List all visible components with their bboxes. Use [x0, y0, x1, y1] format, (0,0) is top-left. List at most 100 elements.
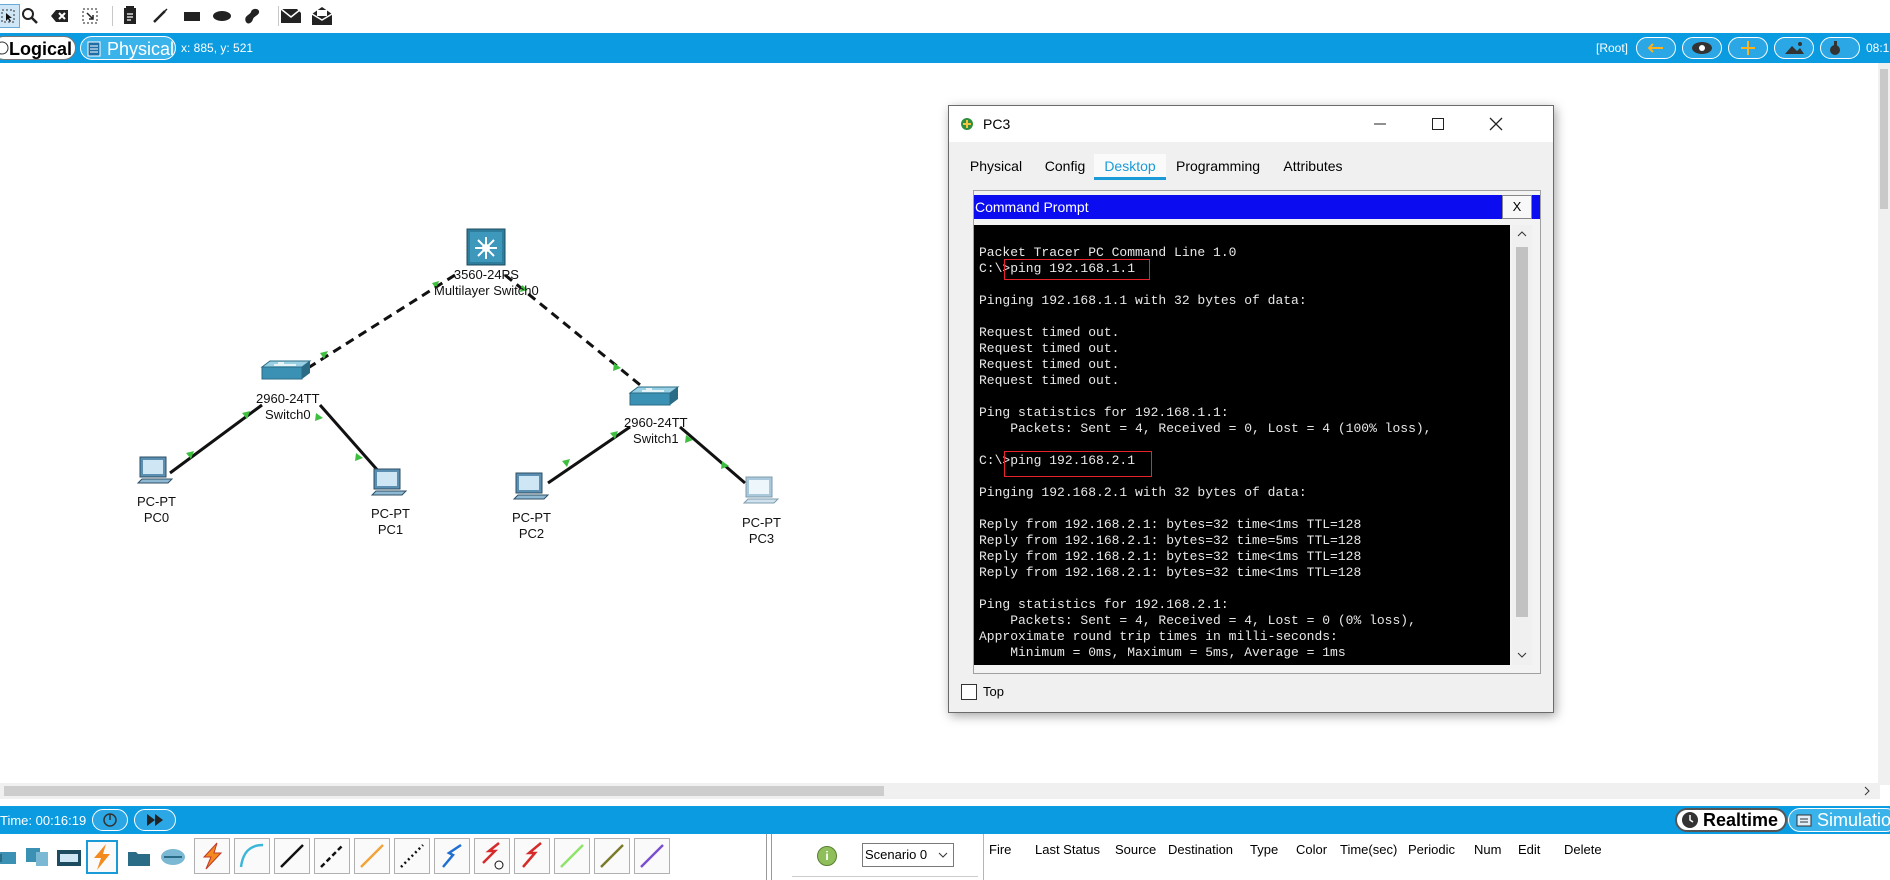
delete-icon[interactable]	[48, 4, 72, 28]
serial-dce-button[interactable]	[474, 838, 510, 874]
copper-cross-over-button[interactable]	[314, 838, 350, 874]
logical-workspace-tab[interactable]: Logical	[0, 36, 76, 60]
scroll-right-icon[interactable]	[1862, 786, 1872, 796]
multilayer-switch-icon[interactable]	[466, 228, 506, 266]
col-last-status[interactable]: Last Status	[1035, 842, 1100, 857]
environment-button[interactable]	[1820, 37, 1860, 59]
command-prompt-titlebar: Command Prompt	[974, 195, 1540, 219]
col-fire[interactable]: Fire	[989, 842, 1011, 857]
console-cable-button[interactable]	[234, 838, 270, 874]
back-arrow-button[interactable]	[1636, 37, 1676, 59]
rectangle-icon[interactable]	[180, 4, 204, 28]
link-switch0-pc1[interactable]	[318, 404, 382, 474]
maximize-button[interactable]	[1409, 106, 1467, 142]
col-edit[interactable]: Edit	[1518, 842, 1540, 857]
col-num[interactable]: Num	[1474, 842, 1501, 857]
complex-pdu-icon[interactable]	[310, 4, 334, 28]
command-prompt-title: Command Prompt	[975, 199, 1089, 215]
switch1-icon[interactable]	[628, 386, 680, 406]
fast-forward-button[interactable]	[134, 809, 176, 831]
top-checkbox[interactable]	[961, 684, 977, 700]
search-icon[interactable]	[18, 4, 42, 28]
close-icon	[1489, 117, 1503, 131]
col-type[interactable]: Type	[1250, 842, 1278, 857]
components-category-icon[interactable]	[54, 842, 84, 872]
info-icon[interactable]: i	[817, 846, 837, 866]
highlight-box	[1004, 451, 1152, 477]
terminal-scrollbar[interactable]	[1512, 225, 1532, 665]
freeform-icon[interactable]	[240, 4, 264, 28]
background-image-button[interactable]	[1774, 37, 1814, 59]
terminal-output[interactable]: Packet Tracer PC Command Line 1.0 C:\>pin…	[974, 225, 1510, 665]
fiber-button[interactable]	[354, 838, 390, 874]
copper-straight-through-button[interactable]	[274, 838, 310, 874]
col-time[interactable]: Time(sec)	[1340, 842, 1397, 857]
scrollbar-thumb[interactable]	[4, 786, 884, 796]
clock-icon	[1682, 812, 1698, 828]
octal-cable-button[interactable]	[554, 838, 590, 874]
cross-over-cable-icon	[320, 844, 344, 868]
scenario-select[interactable]: Scenario 0	[862, 843, 954, 867]
scroll-up-icon[interactable]	[1517, 230, 1527, 238]
col-source[interactable]: Source	[1115, 842, 1156, 857]
time-bar: Time: 00:16:19 Realtime Simulation	[0, 806, 1890, 834]
scroll-down-icon[interactable]	[1517, 651, 1527, 659]
workspace-vertical-scrollbar[interactable]	[1878, 63, 1890, 785]
col-color[interactable]: Color	[1296, 842, 1327, 857]
power-cycle-button[interactable]	[92, 809, 128, 831]
tab-config[interactable]: Config	[1035, 154, 1095, 180]
window-titlebar[interactable]: PC3	[949, 106, 1553, 142]
scenario-value: Scenario 0	[865, 847, 928, 862]
select-icon[interactable]	[0, 4, 20, 28]
pc1-icon[interactable]	[370, 468, 408, 496]
tab-physical[interactable]: Physical	[961, 154, 1031, 180]
pc3-icon[interactable]	[742, 476, 780, 504]
auto-connection-button[interactable]	[194, 838, 230, 874]
col-destination[interactable]: Destination	[1168, 842, 1233, 857]
phone-cable-button[interactable]	[394, 838, 430, 874]
move-object-button[interactable]	[1728, 37, 1768, 59]
pc0-icon[interactable]	[136, 456, 174, 484]
resize-icon[interactable]	[78, 4, 102, 28]
scrollbar-thumb[interactable]	[1516, 247, 1528, 617]
miscellaneous-category-icon[interactable]	[124, 842, 154, 872]
close-button[interactable]	[1467, 106, 1525, 142]
device-model: PC-PT	[742, 515, 781, 530]
end-devices-category-icon[interactable]	[22, 842, 52, 872]
link-switch1-pc3[interactable]	[679, 425, 746, 485]
realtime-mode-button[interactable]: Realtime	[1675, 808, 1787, 832]
coaxial-cable-button[interactable]	[434, 838, 470, 874]
iot-custom-cable-button[interactable]	[594, 838, 630, 874]
link-switch1-pc2[interactable]	[547, 425, 631, 485]
tab-desktop[interactable]: Desktop	[1094, 154, 1166, 180]
simulation-mode-button[interactable]: Simulation	[1788, 808, 1890, 832]
multiuser-category-icon[interactable]	[158, 842, 188, 872]
usb-cable-button[interactable]	[634, 838, 670, 874]
col-periodic[interactable]: Periodic	[1408, 842, 1455, 857]
serial-dte-button[interactable]	[514, 838, 550, 874]
scrollbar-thumb[interactable]	[1880, 69, 1888, 209]
switch0-icon[interactable]	[260, 360, 312, 380]
minimize-button[interactable]	[1351, 106, 1409, 142]
panel-divider[interactable]	[766, 834, 772, 880]
pc2-icon[interactable]	[512, 472, 550, 500]
cluster-button[interactable]	[1682, 37, 1722, 59]
network-devices-category-icon[interactable]	[0, 842, 24, 872]
workspace-horizontal-scrollbar[interactable]	[0, 783, 1880, 799]
fiber-cable-icon	[360, 844, 384, 868]
terminal-line: Minimum = 0ms, Maximum = 5ms, Average = …	[979, 645, 1346, 660]
note-icon[interactable]	[118, 4, 142, 28]
physical-workspace-tab[interactable]: Physical	[80, 36, 176, 60]
link-mls-switch0[interactable]	[299, 273, 456, 375]
connections-category-button[interactable]	[86, 840, 118, 874]
tab-attributes[interactable]: Attributes	[1270, 154, 1356, 180]
col-delete[interactable]: Delete	[1564, 842, 1602, 857]
draw-line-icon[interactable]	[148, 4, 172, 28]
physical-workspace-canvas[interactable]: 3560-24PS Multilayer Switch0 2960-24TT S…	[0, 63, 1890, 799]
simple-pdu-icon[interactable]	[279, 4, 303, 28]
image-icon	[1785, 42, 1804, 54]
ellipse-icon[interactable]	[210, 4, 234, 28]
highlight-box	[1004, 259, 1150, 280]
tab-programming[interactable]: Programming	[1170, 154, 1266, 180]
command-prompt-close-button[interactable]: X	[1502, 195, 1532, 219]
